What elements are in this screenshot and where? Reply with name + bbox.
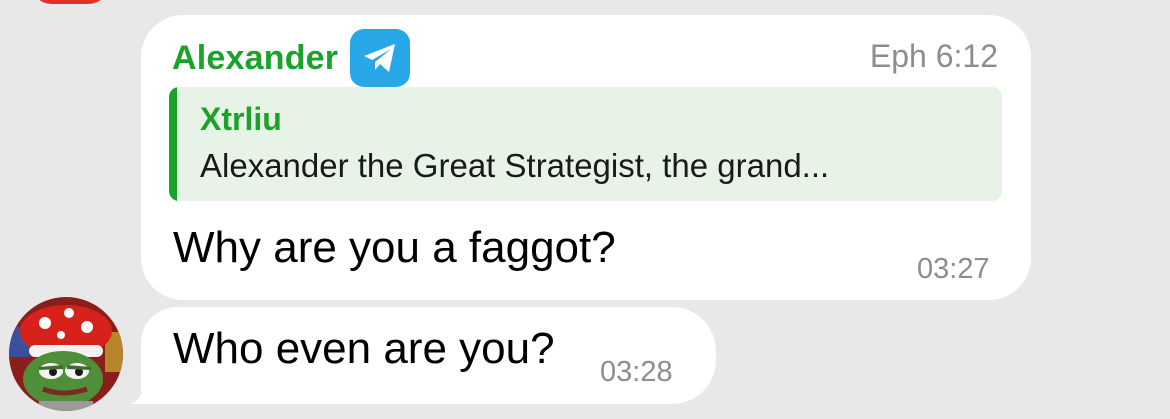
previous-avatar[interactable] [30, 0, 110, 4]
message-timestamp: 03:28 [600, 356, 673, 388]
header-timestamp: Eph 6:12 [869, 38, 998, 74]
pepe-avatar-icon[interactable] [9, 297, 123, 411]
telegram-icon [350, 29, 411, 87]
message-text: Who even are you? [173, 324, 555, 373]
sender-row: Alexander [172, 29, 411, 87]
reply-author: Xtrliu [200, 101, 282, 137]
chat-view: Alexander Eph 6:12 Xtrliu Alexander the … [0, 0, 1170, 419]
message-timestamp: 03:27 [917, 253, 990, 285]
reply-preview-text: Alexander the Great Strategist, the gran… [200, 147, 830, 184]
reply-quote[interactable]: Xtrliu Alexander the Great Strategist, t… [169, 87, 1002, 201]
sender-name[interactable]: Alexander [172, 39, 338, 78]
reply-accent-bar [169, 87, 177, 201]
message-text: Why are you a faggot? [173, 223, 616, 272]
